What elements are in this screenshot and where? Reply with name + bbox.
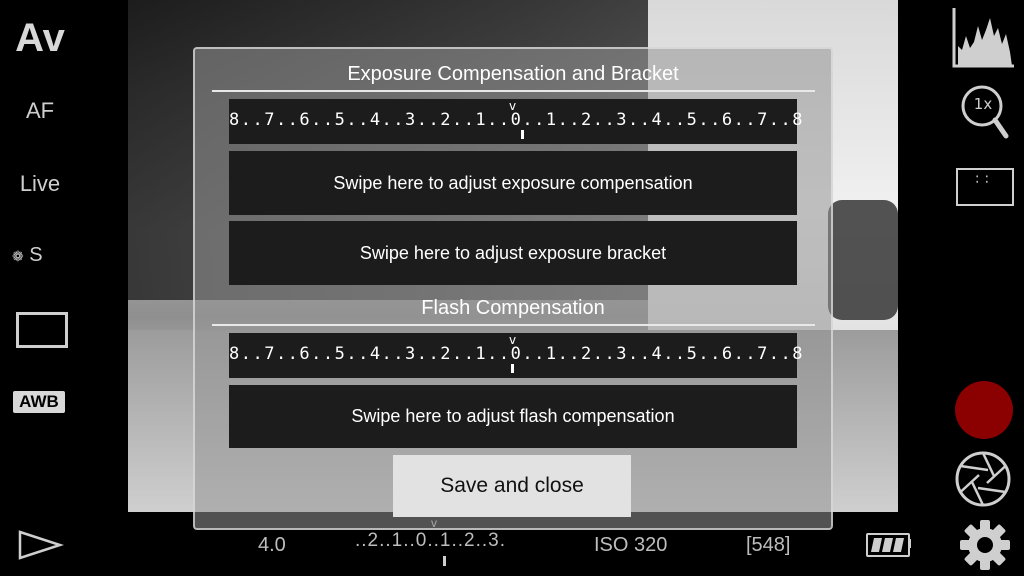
- aspect-ratio-button[interactable]: [16, 312, 68, 348]
- flash-swipe-area[interactable]: Swipe here to adjust flash compensation: [229, 385, 797, 448]
- exposure-scale-panel[interactable]: v 8..7..6..5..4..3..2..1..0..1..2..3..4.…: [229, 99, 805, 144]
- left-control-rail: [0, 0, 80, 576]
- ev-indicator-tick: [443, 556, 446, 566]
- save-and-close-button[interactable]: Save and close: [393, 455, 631, 517]
- flash-scale-panel[interactable]: v 8..7..6..5..4..3..2..1..0..1..2..3..4.…: [229, 333, 805, 378]
- shooting-mode-button[interactable]: Av: [0, 16, 80, 61]
- exposure-swipe-area[interactable]: Swipe here to adjust exposure compensati…: [229, 151, 797, 215]
- histogram-icon[interactable]: [952, 6, 1016, 72]
- drive-mode-icon: ❁: [12, 248, 24, 264]
- exposure-compensation-dialog: Exposure Compensation and Bracket v 8..7…: [193, 47, 833, 530]
- focus-area-points: ∶∶: [975, 172, 995, 188]
- ev-scale[interactable]: ..2..1..0..1..2..3.: [355, 530, 506, 552]
- viewfinder-scene-chair: [828, 200, 898, 320]
- shutter-aperture-icon[interactable]: [954, 450, 1012, 512]
- battery-tip: [908, 539, 911, 548]
- settings-gear-icon[interactable]: [958, 518, 1012, 576]
- flash-scale: 8..7..6..5..4..3..2..1..0..1..2..3..4..5…: [229, 344, 805, 364]
- exposure-scale-tick: [521, 130, 524, 139]
- bracket-swipe-label: Swipe here to adjust exposure bracket: [359, 243, 667, 263]
- aperture-value[interactable]: 4.0: [258, 534, 286, 557]
- shots-remaining: [548]: [746, 534, 791, 556]
- flash-scale-tick: [511, 364, 514, 373]
- flash-section-title: Flash Compensation: [421, 297, 605, 319]
- iso-value[interactable]: ISO 320: [594, 534, 667, 557]
- focus-mode-button[interactable]: AF: [0, 98, 80, 124]
- zoom-level-label: 1x: [973, 95, 993, 113]
- drive-mode-label: S: [29, 244, 43, 266]
- playback-icon[interactable]: [18, 530, 65, 564]
- flash-title-divider: [212, 324, 815, 326]
- live-view-button[interactable]: Live: [0, 171, 80, 197]
- battery-icon: [866, 533, 910, 557]
- record-button[interactable]: [955, 381, 1013, 439]
- flash-swipe-label: Swipe here to adjust flash compensation: [351, 406, 675, 426]
- zoom-magnifier-icon[interactable]: [958, 84, 1010, 144]
- drive-mode-button[interactable]: ❁ S: [12, 244, 80, 267]
- white-balance-button[interactable]: AWB: [13, 391, 65, 413]
- bracket-swipe-area[interactable]: Swipe here to adjust exposure bracket: [229, 221, 797, 285]
- exposure-scale: 8..7..6..5..4..3..2..1..0..1..2..3..4..5…: [229, 110, 805, 130]
- exposure-swipe-label: Swipe here to adjust exposure compensati…: [333, 173, 693, 193]
- exposure-title-divider: [212, 90, 815, 92]
- exposure-section-title: Exposure Compensation and Bracket: [347, 63, 679, 85]
